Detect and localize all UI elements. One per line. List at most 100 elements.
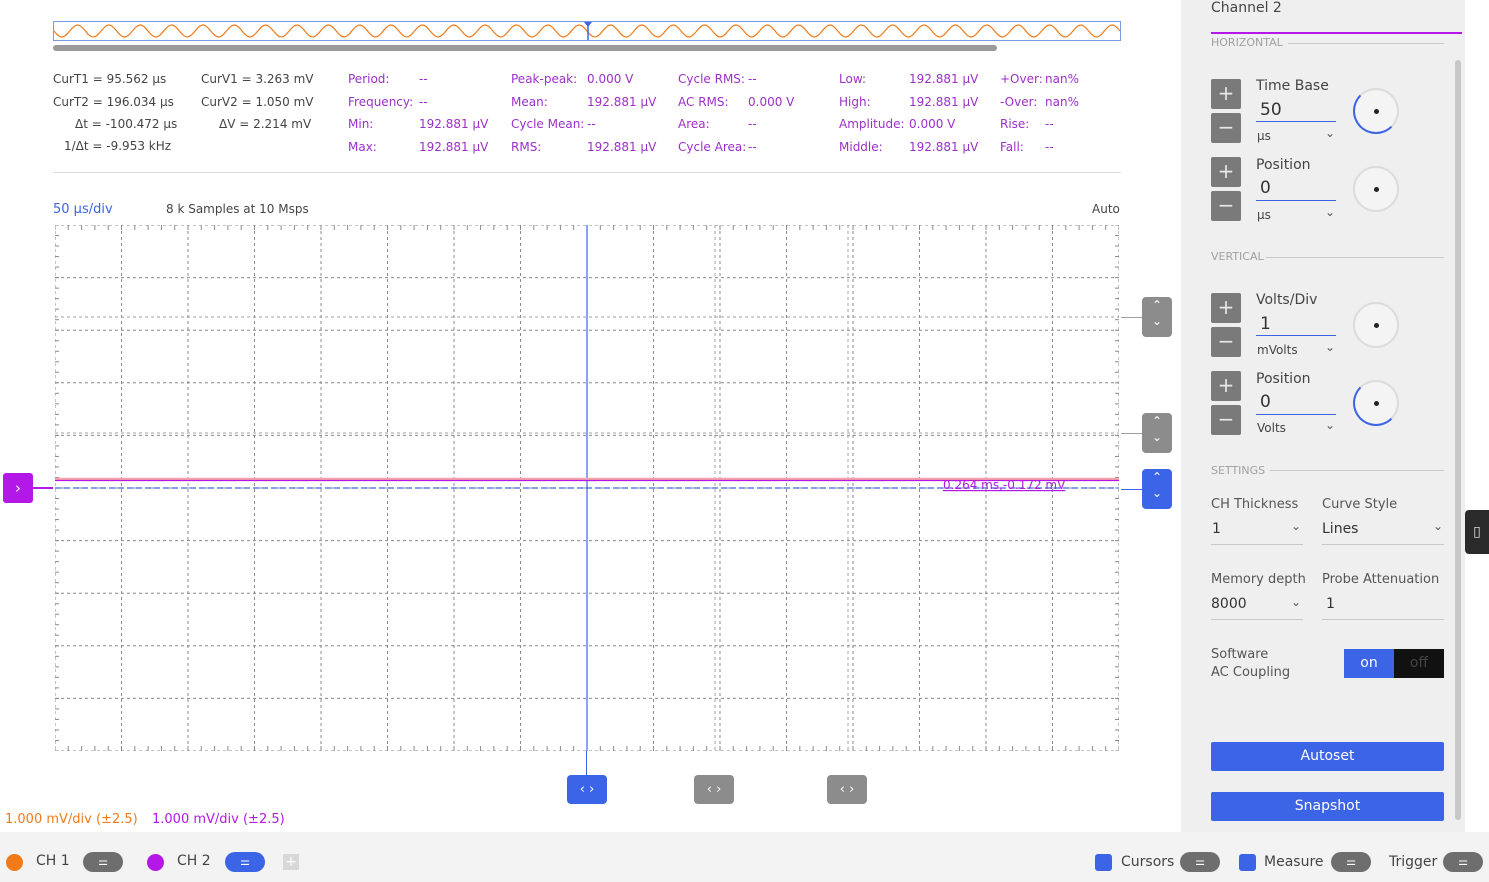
side-panel-toggle[interactable]: ▯ (1465, 510, 1489, 554)
cursor-delta-t-readout: Δt = -100.472 µs (75, 117, 178, 131)
trigger-mode-label: Auto (1092, 202, 1120, 216)
ch1-scale-label: 1.000 mV/div (±2.5) (5, 812, 138, 827)
v-position-input[interactable]: 0 (1260, 392, 1271, 412)
overview-scrollbar[interactable] (53, 45, 997, 51)
ac-coupling-off[interactable]: off (1394, 649, 1444, 678)
minus-icon: − (1217, 407, 1235, 431)
volts-div-label: Volts/Div (1256, 292, 1318, 308)
chevron-up-icon: ⌃ (1151, 298, 1163, 312)
cursor-v1-handle[interactable]: ⌃ ⌄ (1142, 297, 1172, 337)
v-position-label: Position (1256, 371, 1311, 387)
v-position-knob[interactable] (1353, 380, 1399, 426)
signal-overview[interactable] (53, 21, 1121, 41)
measurement-value: 0.000 V (748, 95, 795, 109)
minus-icon: − (1217, 115, 1235, 139)
cursor-v2-handle[interactable]: ⌃ ⌄ (1142, 413, 1172, 453)
trigger-position-handle[interactable]: ‹ › (567, 775, 607, 804)
h-position-increment-button[interactable]: + (1211, 157, 1241, 187)
h-position-unit-select[interactable]: µs (1257, 208, 1271, 222)
volts-div-input[interactable]: 1 (1260, 314, 1271, 334)
ch1-settings-button[interactable]: ⚌ (83, 852, 123, 872)
autoset-button[interactable]: Autoset (1211, 742, 1444, 771)
volts-div-decrement-button[interactable]: − (1211, 327, 1241, 357)
cursors-settings-button[interactable]: ⚌ (1180, 852, 1220, 872)
snapshot-button[interactable]: Snapshot (1211, 792, 1444, 821)
ch2-settings-button[interactable]: ⚌ (225, 852, 265, 872)
ch1-label[interactable]: CH 1 (36, 853, 70, 869)
measurement-label: Low: (839, 72, 867, 86)
cursor-t1-handle[interactable]: ‹ › (694, 775, 734, 804)
v-position-input-underline (1256, 414, 1336, 415)
measurement-label: Period: (348, 72, 390, 86)
vertical-section-line (1266, 257, 1444, 258)
plus-icon: + (1217, 81, 1235, 105)
time-base-knob[interactable] (1353, 88, 1399, 134)
measurement-value: 0.000 V (909, 117, 956, 131)
horizontal-section-line (1288, 43, 1444, 44)
h-position-decrement-button[interactable]: − (1211, 191, 1241, 221)
ch-thickness-underline (1211, 544, 1303, 545)
measurement-label: Peak-peak: (511, 72, 578, 86)
memory-depth-select[interactable]: 8000 (1211, 596, 1247, 612)
panel-scrollbar[interactable] (1455, 60, 1461, 820)
measurement-label: Rise: (1000, 117, 1030, 131)
measurement-label: High: (839, 95, 871, 109)
add-channel-button[interactable]: + (283, 854, 299, 870)
sliders-icon: ⚌ (240, 855, 250, 868)
curve-style-label: Curve Style (1322, 497, 1398, 512)
ch2-label[interactable]: CH 2 (177, 853, 211, 869)
chevron-down-icon: ⌄ (1151, 486, 1163, 500)
cursor-v2-readout: CurV2 = 1.050 mV (201, 95, 314, 109)
oscilloscope-plot[interactable]: 0.264 ms,-0.172 mV (55, 225, 1119, 751)
measurement-label: Max: (348, 140, 377, 154)
measurement-value: -- (748, 117, 757, 131)
measurement-value: -- (748, 72, 757, 86)
ch-thickness-select[interactable]: 1 (1212, 521, 1221, 537)
v-position-increment-button[interactable]: + (1211, 371, 1241, 401)
chevron-down-icon: ⌄ (1433, 519, 1444, 533)
sliders-icon: ⚌ (98, 855, 108, 868)
measure-enable-checkbox[interactable] (1239, 854, 1256, 871)
volts-div-increment-button[interactable]: + (1211, 293, 1241, 323)
h-position-input-underline (1256, 200, 1336, 201)
time-base-input[interactable]: 50 (1260, 100, 1282, 120)
ac-coupling-on[interactable]: on (1344, 649, 1394, 678)
measurement-value: -- (1045, 117, 1054, 131)
chevron-down-icon: ⌄ (1325, 126, 1336, 140)
h-position-input[interactable]: 0 (1260, 178, 1271, 198)
measurement-label: RMS: (511, 140, 542, 154)
cursor-v1-readout: CurV1 = 3.263 mV (201, 72, 314, 86)
chevron-down-icon: ⌄ (1325, 418, 1336, 432)
ch1-color-dot[interactable] (6, 854, 23, 871)
v-position-decrement-button[interactable]: − (1211, 405, 1241, 435)
memory-depth-underline (1211, 619, 1303, 620)
chevron-left-right-icon: ‹ › (706, 782, 722, 797)
measurement-value: -- (587, 117, 596, 131)
ch2-color-dot[interactable] (147, 854, 164, 871)
sliders-icon: ⚌ (1346, 855, 1356, 868)
cursors-label: Cursors (1121, 854, 1175, 870)
trigger-settings-button[interactable]: ⚌ (1443, 852, 1483, 872)
curve-style-select[interactable]: Lines (1322, 521, 1358, 537)
volts-div-unit-select[interactable]: mVolts (1257, 343, 1298, 357)
measurement-label: Min: (348, 117, 374, 131)
measurement-value: nan% (1045, 95, 1079, 109)
time-base-unit-select[interactable]: µs (1257, 129, 1271, 143)
measurement-value: 192.881 µV (419, 140, 489, 154)
h-position-knob[interactable] (1353, 166, 1399, 212)
v-position-unit-select[interactable]: Volts (1257, 421, 1286, 435)
sliders-icon: ⚌ (1458, 855, 1468, 868)
measure-settings-button[interactable]: ⚌ (1331, 852, 1371, 872)
measurement-label: Amplitude: (839, 117, 905, 131)
cursor-t2-handle[interactable]: ‹ › (827, 775, 867, 804)
ch2-offset-marker[interactable]: › (3, 473, 33, 503)
trigger-level-handle[interactable]: ⌃ ⌄ (1142, 469, 1172, 509)
measurement-value: -- (419, 72, 428, 86)
time-base-decrement-button[interactable]: − (1211, 113, 1241, 143)
measurement-value: 192.881 µV (587, 140, 657, 154)
probe-attenuation-input[interactable]: 1 (1326, 596, 1335, 612)
time-base-increment-button[interactable]: + (1211, 79, 1241, 109)
volts-div-knob[interactable] (1353, 302, 1399, 348)
cursors-enable-checkbox[interactable] (1095, 854, 1112, 871)
panel-title-underline (1211, 32, 1462, 34)
